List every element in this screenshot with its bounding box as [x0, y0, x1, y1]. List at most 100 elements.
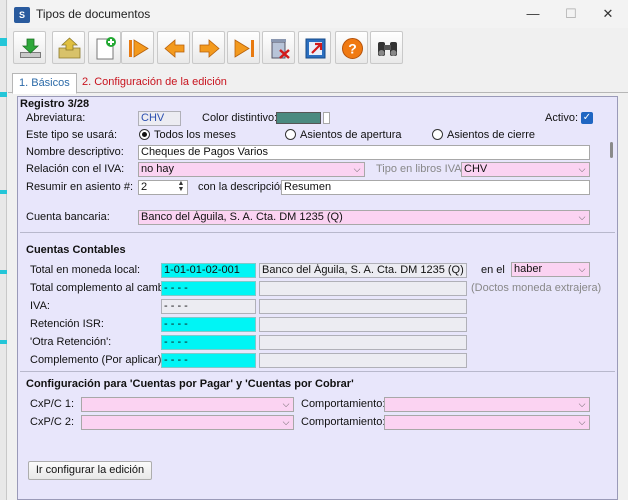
cuenta-row-label: Retención ISR:	[30, 318, 104, 330]
activo-checkbox[interactable]: ✓	[581, 112, 593, 124]
chevron-down-icon: ⌵	[578, 264, 586, 274]
divider	[20, 232, 615, 233]
next-record-icon	[199, 39, 220, 58]
cuenta-row-label: Total complemento al cambio:	[30, 282, 176, 294]
spin-arrows-icon[interactable]: ▲ ▼	[175, 181, 187, 194]
cuenta-bancaria-label: Cuenta bancaria:	[26, 211, 110, 223]
delete-button[interactable]	[262, 31, 295, 64]
upload-button[interactable]	[52, 31, 85, 64]
tab-basicos[interactable]: 1. Básicos	[12, 73, 77, 94]
tab-configuracion-edicion[interactable]: 2. Configuración de la edición	[76, 73, 233, 93]
last-record-icon	[234, 39, 254, 58]
cuenta-bancaria-select[interactable]: Banco del Águila, S. A. Cta. DM 1235 (Q)…	[138, 210, 590, 225]
cuenta-bancaria-value: Banco del Águila, S. A. Cta. DM 1235 (Q)	[141, 211, 343, 223]
chevron-down-icon: ⌵	[578, 417, 586, 427]
abreviatura-field[interactable]: CHV	[138, 111, 181, 126]
tipo-libros-label: Tipo en libros IVA:	[376, 163, 465, 175]
color-distintivo-label: Color distintivo:	[202, 112, 278, 124]
cuenta-desc-field	[259, 281, 467, 296]
download-button[interactable]	[13, 31, 46, 64]
en-el-value: haber	[514, 263, 543, 275]
new-document-icon	[96, 37, 116, 60]
usara-label: Este tipo se usará:	[26, 129, 118, 141]
cxp2-label: CxP/C 2:	[30, 416, 75, 428]
cuenta-code-field[interactable]: - - - -	[161, 299, 256, 314]
help-button[interactable]: ?	[335, 31, 368, 64]
comportamiento1-select[interactable]: ⌵	[384, 397, 590, 412]
download-icon	[20, 38, 41, 58]
last-record-button[interactable]	[227, 31, 260, 64]
nombre-field[interactable]: Cheques de Pagos Varios	[138, 145, 590, 160]
cxp-heading: Configuración para 'Cuentas por Pagar' y…	[26, 378, 354, 390]
chevron-down-icon: ⌵	[578, 164, 586, 174]
con-descripcion-field[interactable]: Resumen	[281, 180, 590, 195]
record-counter: Registro 3/28	[20, 98, 90, 110]
cxp1-label: CxP/C 1:	[30, 398, 75, 410]
ir-configurar-edicion-button[interactable]: Ir configurar la edición	[28, 461, 152, 480]
background-window-strip	[0, 0, 7, 500]
radio-asientos-cierre[interactable]	[432, 129, 443, 140]
search-button[interactable]	[370, 31, 403, 64]
form-panel: Registro 3/28 Abreviatura: CHV Color dis…	[17, 96, 618, 500]
cuentas-heading: Cuentas Contables	[26, 244, 126, 256]
main-window: S Tipos de documentos — ☐ ✕ ? 1. Básicos…	[0, 0, 628, 500]
vertical-scrollbar[interactable]	[605, 96, 618, 500]
first-record-icon	[129, 39, 149, 58]
title-bar: S Tipos de documentos — ☐ ✕	[8, 0, 628, 28]
tipo-libros-select[interactable]: CHV ⌵	[461, 162, 590, 177]
cuenta-row-label: IVA:	[30, 300, 50, 312]
cuenta-code-field[interactable]: - - - -	[161, 281, 256, 296]
radio-todos-los-meses[interactable]	[139, 129, 150, 140]
color-picker-button[interactable]	[323, 112, 330, 124]
exit-icon	[305, 38, 326, 59]
exit-button[interactable]	[298, 31, 331, 64]
cuenta-code-field[interactable]: - - - -	[161, 353, 256, 368]
cuenta-desc-field	[259, 335, 467, 350]
cuenta-code-field[interactable]: - - - -	[161, 317, 256, 332]
chevron-down-icon: ⌵	[578, 399, 586, 409]
first-record-button[interactable]	[121, 31, 154, 64]
chevron-down-icon: ⌵	[282, 399, 290, 409]
app-icon: S	[14, 7, 30, 23]
tab-strip: 1. Básicos 2. Configuración de la edició…	[8, 71, 628, 94]
maximize-button[interactable]: ☐	[561, 5, 581, 23]
trash-icon	[271, 39, 290, 59]
cuenta-code-field[interactable]: - - - -	[161, 335, 256, 350]
scrollbar-thumb[interactable]	[610, 142, 613, 158]
nombre-label: Nombre descriptivo:	[26, 146, 124, 158]
cxp1-select[interactable]: ⌵	[81, 397, 294, 412]
svg-text:?: ?	[348, 41, 357, 57]
cuenta-row-label: 'Otra Retención':	[30, 336, 112, 348]
radio-asientos-cierre-label: Asientos de cierre	[447, 129, 536, 141]
doctos-note: (Doctos moneda extrajera)	[471, 282, 602, 294]
toolbar: ?	[8, 28, 628, 68]
cuenta-desc-field	[259, 317, 467, 332]
next-record-button[interactable]	[192, 31, 225, 64]
cuenta-code-field[interactable]: 1-01-01-02-001	[161, 263, 256, 278]
new-document-button[interactable]	[88, 31, 121, 64]
cuenta-row-label: Complemento (Por aplicar):	[30, 354, 165, 366]
resumir-label: Resumir en asiento #:	[26, 181, 133, 193]
upload-icon	[58, 37, 81, 59]
cxp2-select[interactable]: ⌵	[81, 415, 294, 430]
previous-record-icon	[164, 39, 185, 58]
activo-label: Activo:	[545, 112, 579, 124]
comportamiento2-select[interactable]: ⌵	[384, 415, 590, 430]
close-button[interactable]: ✕	[598, 5, 618, 23]
en-el-select[interactable]: haber ⌵	[511, 262, 590, 277]
minimize-button[interactable]: —	[523, 5, 543, 23]
cuenta-desc-field	[259, 353, 467, 368]
color-swatch[interactable]	[276, 112, 321, 124]
chevron-down-icon: ⌵	[282, 417, 290, 427]
cuenta-desc-field	[259, 299, 467, 314]
resumir-stepper[interactable]: 2 ▲ ▼	[138, 180, 188, 195]
chevron-down-icon: ⌵	[578, 212, 586, 222]
previous-record-button[interactable]	[157, 31, 190, 64]
radio-asientos-apertura[interactable]	[285, 129, 296, 140]
window-title: Tipos de documentos	[36, 7, 151, 21]
resumir-value: 2	[141, 181, 148, 193]
relacion-iva-select[interactable]: no hay ⌵	[138, 162, 365, 177]
chevron-down-icon: ⌵	[353, 164, 361, 174]
relacion-iva-value: no hay	[141, 163, 175, 175]
tipo-libros-value: CHV	[464, 163, 488, 175]
